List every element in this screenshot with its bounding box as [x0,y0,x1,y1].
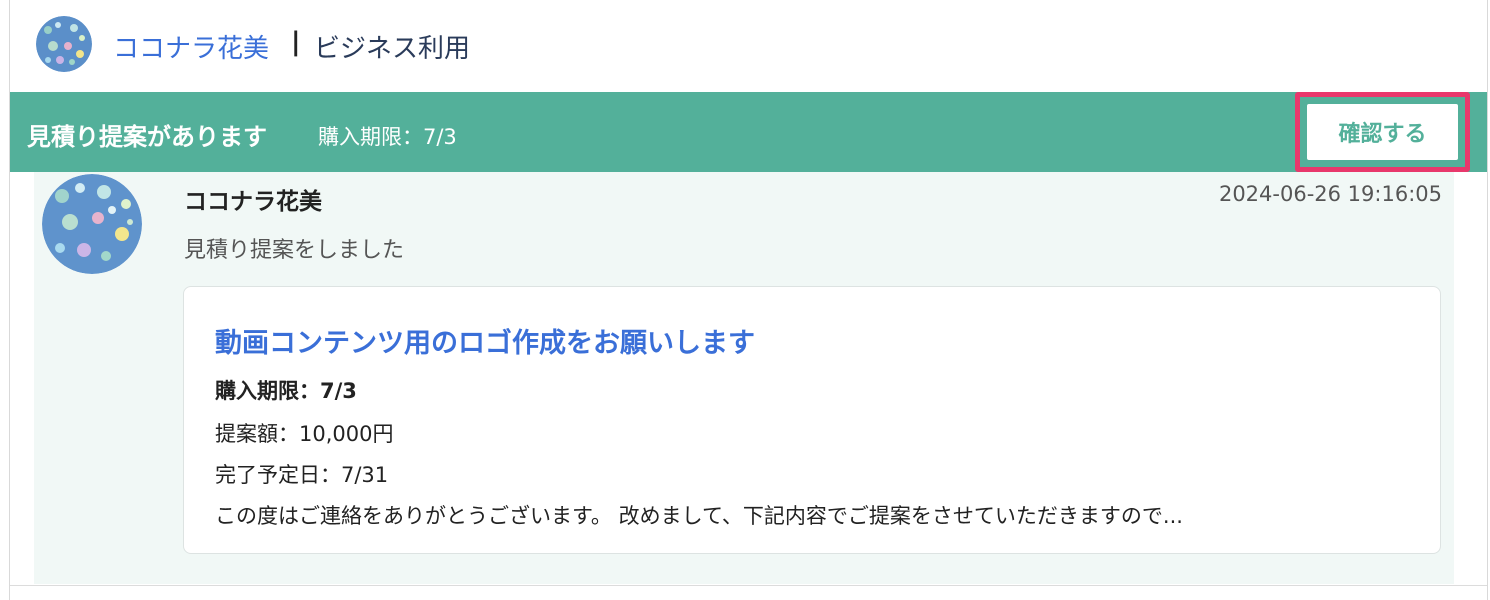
sender-name: ココナラ花美 [184,189,322,215]
proposal-completion-date: 完了予定日：7/31 [215,463,389,487]
avatar-balloons-icon [42,174,142,274]
header-separator: | [291,27,301,57]
divider [10,585,1487,586]
proposal-amount: 提案額：10,000円 [215,422,394,446]
message-panel: ココナラ花美 | ビジネス利用 見積り提案があります 購入期限：7/3 確認する [9,0,1488,600]
avatar-balloons-icon [36,16,92,72]
proposal-title-link[interactable]: 動画コンテンツ用のロゴ作成をお願いします [215,321,755,360]
header: ココナラ花美 | ビジネス利用 [10,0,1487,92]
message-item: ココナラ花美 2024-06-26 19:16:05 見積り提案をしました 動画… [34,172,1454,584]
shop-avatar[interactable] [36,16,92,72]
confirm-button[interactable]: 確認する [1307,104,1458,160]
message-timestamp: 2024-06-26 19:16:05 [1218,182,1442,206]
proposal-card[interactable]: 動画コンテンツ用のロゴ作成をお願いします 購入期限：7/3 提案額：10,000… [183,286,1441,554]
proposal-deadline: 購入期限：7/3 [215,379,357,403]
banner-title: 見積り提案があります [27,123,267,151]
proposal-banner: 見積り提案があります 購入期限：7/3 確認する [10,92,1487,172]
sender-avatar[interactable] [42,174,142,274]
proposal-body: この度はご連絡をありがとうございます。 改めまして、下記内容でご提案をさせていた… [215,504,1183,528]
message-text: 見積り提案をしました [184,238,405,263]
shop-name-link[interactable]: ココナラ花美 [113,28,269,65]
banner-deadline: 購入期限：7/3 [318,125,457,149]
header-subtitle: ビジネス利用 [314,34,471,64]
